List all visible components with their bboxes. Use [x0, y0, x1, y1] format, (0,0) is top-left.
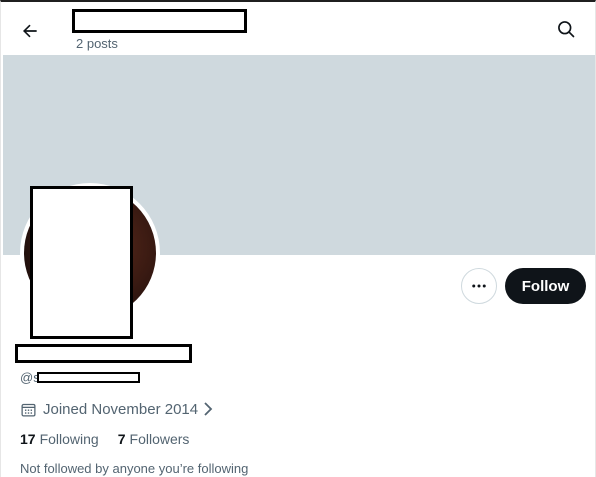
follow-button[interactable]: Follow	[505, 268, 586, 304]
post-count: 2 posts	[76, 36, 118, 51]
search-button[interactable]	[549, 12, 583, 46]
joined-date[interactable]: Joined November 2014	[20, 399, 214, 419]
arrow-left-icon	[23, 24, 37, 38]
followed-by-text: Not followed by anyone you’re following	[20, 461, 249, 476]
follow-counts: 17 Following 7 Followers	[20, 431, 208, 447]
profile-header: 2 posts	[1, 2, 595, 55]
back-button[interactable]	[13, 14, 47, 48]
redacted-profile-name	[15, 344, 192, 363]
redacted-handle	[37, 372, 140, 383]
chevron-right-icon	[202, 401, 214, 417]
following-count: 17	[20, 431, 36, 447]
following-label: Following	[39, 431, 99, 447]
more-dots-icon	[472, 284, 486, 288]
more-options-button[interactable]	[461, 268, 497, 304]
following-link[interactable]: 17 Following	[20, 431, 99, 447]
profile-page: 2 posts Follow @s Joined November 2014 1…	[0, 0, 596, 477]
calendar-icon	[20, 401, 37, 418]
followers-count: 7	[117, 431, 126, 447]
redacted-avatar-block	[30, 186, 133, 339]
followers-link[interactable]: 7 Followers	[118, 431, 190, 447]
followers-label: Followers	[129, 431, 190, 447]
redacted-display-name	[72, 9, 247, 33]
joined-text: Joined November 2014	[43, 400, 199, 418]
search-icon	[558, 21, 575, 38]
